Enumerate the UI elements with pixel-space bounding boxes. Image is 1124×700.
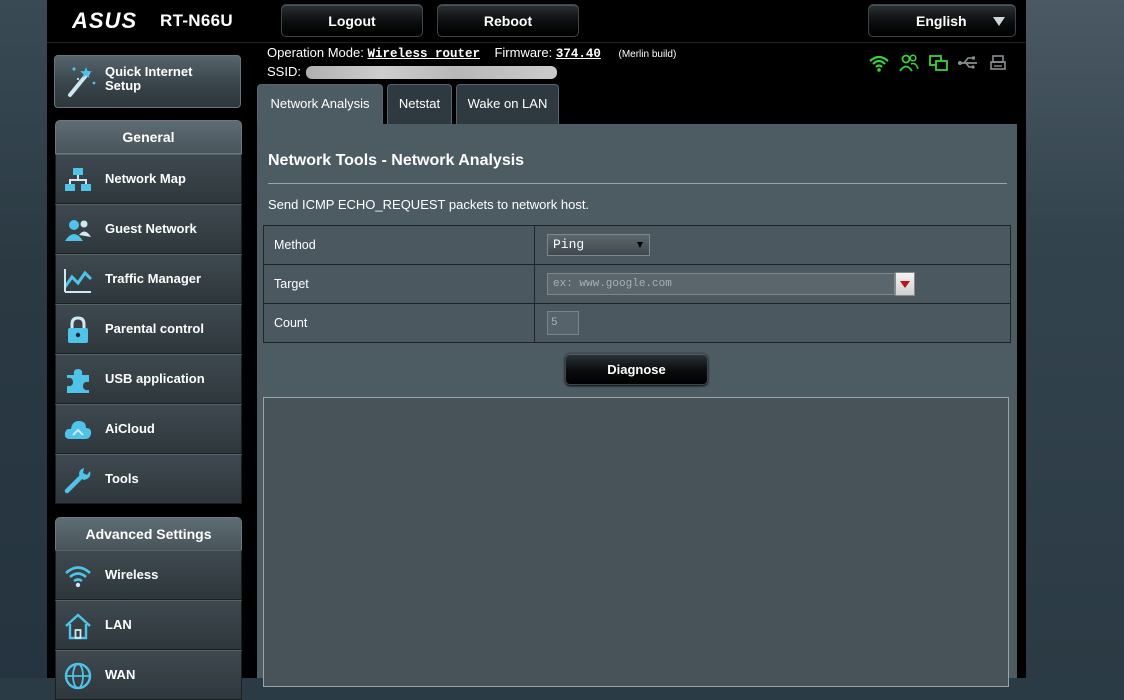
method-label: Method	[263, 225, 535, 265]
sidebar-item-label: WAN	[105, 667, 136, 682]
sidebar-item-label: USB application	[105, 371, 205, 386]
page-description: Send ICMP ECHO_REQUEST packets to networ…	[268, 197, 590, 212]
sidebar-item-label: Traffic Manager	[105, 271, 202, 286]
tab-netstat[interactable]: Netstat	[387, 84, 452, 124]
network-analysis-form: Method Ping Target ex: www.google.com Co…	[263, 225, 1011, 343]
header-divider	[47, 42, 1026, 43]
router-model: RT-N66U	[160, 11, 233, 30]
firmware-note: (Merlin build)	[618, 49, 677, 60]
firmware-link[interactable]: 374.40	[556, 47, 601, 61]
sidebar-item-label: Wireless	[105, 567, 159, 582]
sidebar-item-aicloud[interactable]: AiCloud	[55, 404, 242, 454]
sidebar-item-label: Tools	[105, 471, 139, 486]
count-label: Count	[263, 303, 535, 343]
operation-mode-label: Operation Mode:	[267, 45, 364, 60]
magic-wand-icon	[68, 67, 96, 97]
home-icon	[65, 613, 91, 640]
guest-network-icon	[65, 220, 91, 241]
target-input[interactable]: ex: www.google.com	[547, 273, 895, 295]
page-background-left	[0, 0, 47, 678]
usb-icon[interactable]	[957, 53, 979, 78]
page-title: Network Tools - Network Analysis	[268, 152, 525, 169]
wifi-icon	[65, 566, 91, 588]
operation-mode-link[interactable]: Wireless router	[367, 47, 480, 61]
form-row-method: Method Ping	[263, 225, 1011, 265]
language-label: English	[916, 13, 967, 29]
sidebar-item-parental-control[interactable]: Parental control	[55, 304, 242, 354]
puzzle-icon	[67, 369, 89, 393]
sidebar-item-label: LAN	[105, 617, 132, 632]
general-section-title: General	[55, 120, 242, 154]
diagnostic-output-area[interactable]	[263, 397, 1009, 687]
sidebar-item-label: Guest Network	[105, 221, 197, 236]
quick-internet-setup-label: Quick Internet Setup	[105, 64, 193, 93]
form-row-count: Count 5	[263, 303, 1011, 343]
wifi-icon[interactable]	[868, 53, 890, 78]
method-select[interactable]: Ping	[547, 234, 650, 256]
guest-users-icon[interactable]	[898, 53, 920, 78]
logout-button[interactable]: Logout	[281, 4, 423, 37]
sidebar-item-wan[interactable]: WAN	[55, 650, 242, 700]
traffic-manager-icon	[63, 269, 93, 293]
network-map-icon	[65, 168, 91, 191]
target-label: Target	[263, 264, 535, 304]
chevron-down-icon	[993, 17, 1005, 26]
sidebar-item-network-map[interactable]: Network Map	[55, 154, 242, 204]
chevron-down-icon	[900, 281, 910, 288]
printer-icon[interactable]	[988, 53, 1010, 78]
method-select-value: Ping	[553, 237, 585, 252]
tab-wake-on-lan[interactable]: Wake on LAN	[456, 84, 559, 124]
target-dropdown-button[interactable]	[895, 272, 915, 296]
language-select[interactable]: English	[868, 4, 1016, 37]
diagnose-button[interactable]: Diagnose	[565, 353, 708, 385]
ssid-redacted	[306, 66, 557, 79]
sidebar-item-label: Network Map	[105, 171, 186, 186]
cloud-icon	[64, 421, 92, 439]
sidebar-item-label: Parental control	[105, 321, 204, 336]
asus-logo: ASUS	[72, 9, 137, 31]
devices-icon[interactable]	[928, 53, 950, 78]
tab-network-analysis[interactable]: Network Analysis	[257, 84, 383, 124]
sidebar-item-usb-application[interactable]: USB application	[55, 354, 242, 404]
sidebar-item-guest-network[interactable]: Guest Network	[55, 204, 242, 254]
sidebar-item-wireless[interactable]: Wireless	[55, 550, 242, 600]
sidebar-item-lan[interactable]: LAN	[55, 600, 242, 650]
title-divider	[268, 183, 1007, 184]
form-row-target: Target ex: www.google.com	[263, 264, 1011, 304]
lock-icon	[68, 316, 88, 343]
page-background-right	[1026, 0, 1124, 678]
count-input[interactable]: 5	[547, 311, 579, 335]
ssid-label: SSID:	[267, 64, 301, 79]
svg-text:ASUS: ASUS	[72, 9, 137, 31]
reboot-button[interactable]: Reboot	[437, 4, 579, 37]
advanced-settings-section-title: Advanced Settings	[55, 517, 242, 551]
firmware-label: Firmware:	[494, 45, 553, 60]
quick-internet-setup-button[interactable]: Quick Internet Setup	[54, 55, 241, 108]
sidebar-item-tools[interactable]: Tools	[55, 454, 242, 504]
globe-icon	[64, 662, 92, 690]
operation-info: Operation Mode: Wireless router Firmware…	[267, 45, 676, 61]
chevron-down-icon	[637, 242, 643, 248]
sidebar-item-label: AiCloud	[105, 421, 155, 436]
sidebar-item-traffic-manager[interactable]: Traffic Manager	[55, 254, 242, 304]
wrench-icon	[64, 468, 91, 494]
